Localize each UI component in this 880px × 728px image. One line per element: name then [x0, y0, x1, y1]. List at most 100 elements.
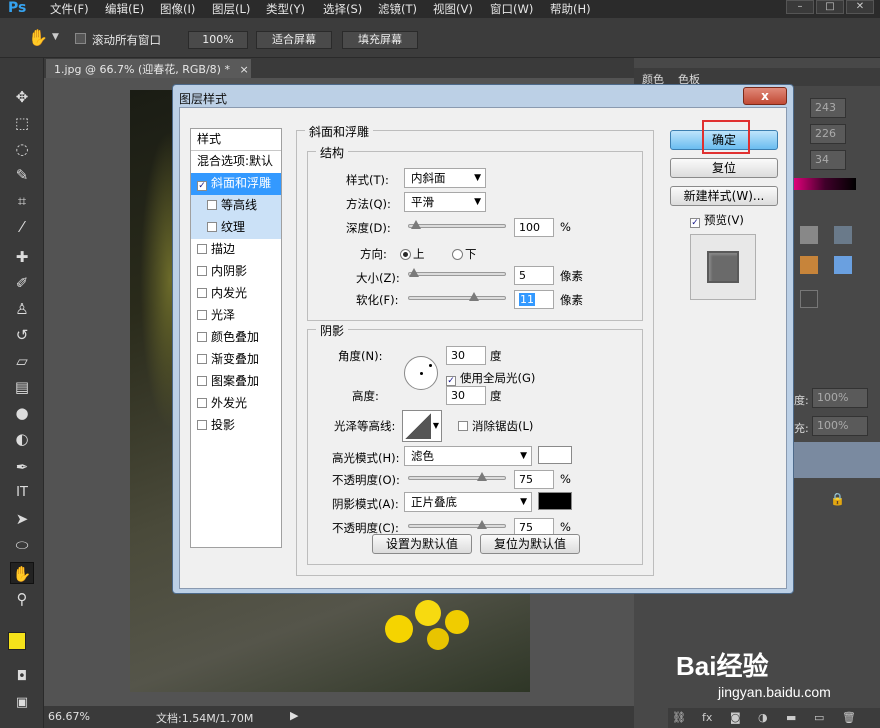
lasso-tool-icon[interactable]: ◌: [10, 138, 34, 160]
size-input[interactable]: 5: [514, 266, 554, 285]
technique-select[interactable]: 平滑 ▼: [404, 192, 486, 212]
pattern-overlay-checkbox[interactable]: [197, 376, 207, 386]
angle-input[interactable]: 30: [446, 346, 486, 365]
color-ramp[interactable]: [794, 178, 856, 190]
scroll-all-checkbox[interactable]: [75, 33, 86, 44]
radio-off-icon[interactable]: [452, 249, 463, 260]
eyedropper-icon[interactable]: ⁄: [10, 216, 34, 238]
zoom-100-button[interactable]: 100%: [188, 31, 248, 49]
style-item-outer-glow[interactable]: 外发光: [191, 393, 281, 415]
zoom-tool-icon[interactable]: ⚲: [10, 588, 34, 610]
eraser-icon[interactable]: ▱: [10, 350, 34, 372]
menu-image[interactable]: 图像(I): [160, 1, 195, 17]
altitude-input[interactable]: 30: [446, 386, 486, 405]
highlight-opacity-thumb[interactable]: [477, 472, 487, 481]
ellipse-tool-icon[interactable]: ⬭: [10, 534, 34, 556]
move-tool-icon[interactable]: ✥: [10, 86, 34, 108]
depth-slider[interactable]: [408, 220, 506, 229]
quick-select-icon[interactable]: ✎: [10, 164, 34, 186]
drop-shadow-checkbox[interactable]: [197, 420, 207, 430]
maximize-icon[interactable]: □: [816, 0, 844, 14]
document-tab[interactable]: 1.jpg @ 66.7% (迎春花, RGB/8) * ×: [46, 59, 251, 78]
soften-slider-thumb[interactable]: [469, 292, 479, 301]
direction-down-radio[interactable]: 下: [452, 246, 477, 262]
style-list-header[interactable]: 样式: [191, 129, 281, 151]
texture-checkbox[interactable]: [207, 222, 217, 232]
pen-tool-icon[interactable]: ✒: [10, 456, 34, 478]
crop-tool-icon[interactable]: ⌗: [10, 190, 34, 212]
gradient-tool-icon[interactable]: ▤: [10, 376, 34, 398]
preview-check-icon[interactable]: ✓: [690, 218, 700, 228]
style-item-stroke[interactable]: 描边: [191, 239, 281, 261]
soften-input[interactable]: 11: [514, 290, 554, 309]
zoom-level[interactable]: 66.67%: [48, 710, 90, 723]
size-slider[interactable]: [408, 268, 506, 277]
depth-input[interactable]: 100: [514, 218, 554, 237]
color-value-g[interactable]: 226: [810, 124, 846, 144]
style-item-drop-shadow[interactable]: 投影: [191, 415, 281, 437]
reset-button[interactable]: 复位: [670, 158, 778, 178]
blur-tool-icon[interactable]: ●: [10, 402, 34, 424]
mask-icon[interactable]: ◙: [730, 711, 741, 724]
menu-select[interactable]: 选择(S): [323, 1, 362, 17]
style-select[interactable]: 内斜面 ▼: [404, 168, 486, 188]
radio-on-icon[interactable]: [400, 249, 411, 260]
link-icon[interactable]: ⛓: [672, 711, 686, 724]
fill-field[interactable]: 100%: [812, 416, 868, 436]
menu-file[interactable]: 文件(F): [50, 1, 89, 17]
angle-dial[interactable]: [404, 356, 438, 390]
hand-tool-active-icon[interactable]: ✋: [10, 562, 34, 584]
menu-layer[interactable]: 图层(L): [212, 1, 250, 17]
menu-edit[interactable]: 编辑(E): [105, 1, 144, 17]
style-item-pattern-overlay[interactable]: 图案叠加: [191, 371, 281, 393]
quick-mask-icon[interactable]: ◘: [10, 666, 34, 688]
fx-icon[interactable]: fx: [702, 711, 712, 724]
hand-tool-icon[interactable]: ✋: [28, 28, 48, 47]
shadow-opacity-slider[interactable]: [408, 520, 506, 529]
chevron-down-icon[interactable]: ▼: [52, 32, 59, 42]
style-item-contour[interactable]: 等高线: [191, 195, 281, 217]
folder-icon[interactable]: ▬: [786, 711, 796, 724]
color-overlay-checkbox[interactable]: [197, 332, 207, 342]
dialog-close-button[interactable]: x: [743, 87, 787, 105]
selected-layer-row[interactable]: [794, 442, 880, 478]
brush-tool-icon[interactable]: ✐: [10, 272, 34, 294]
status-arrow-icon[interactable]: ▶: [290, 709, 298, 722]
anti-alias-checkbox[interactable]: 消除锯齿(L): [458, 418, 533, 434]
marquee-tool-icon[interactable]: ⬚: [10, 112, 34, 134]
style-item-gradient-overlay[interactable]: 渐变叠加: [191, 349, 281, 371]
style-item-bevel[interactable]: ✓ 斜面和浮雕: [191, 173, 281, 195]
inner-shadow-checkbox[interactable]: [197, 266, 207, 276]
bevel-checkbox[interactable]: ✓: [197, 181, 207, 191]
swatch-blue-gray[interactable]: [834, 226, 852, 244]
highlight-opacity-input[interactable]: 75: [514, 470, 554, 489]
path-select-icon[interactable]: ➤: [10, 508, 34, 530]
global-light-check-icon[interactable]: ✓: [446, 376, 456, 386]
shadow-color-swatch[interactable]: [538, 492, 572, 510]
swatch-orange[interactable]: [800, 256, 818, 274]
gloss-contour-picker[interactable]: ▼: [402, 410, 442, 442]
global-light-checkbox[interactable]: ✓ 使用全局光(G): [446, 370, 535, 386]
menu-help[interactable]: 帮助(H): [550, 1, 591, 17]
trash-icon[interactable]: 🗑: [842, 711, 856, 724]
type-tool-icon[interactable]: IT: [10, 482, 34, 504]
fill-screen-button[interactable]: 填充屏幕: [342, 31, 418, 49]
blend-options-item[interactable]: 混合选项:默认: [191, 151, 281, 173]
menu-type[interactable]: 类型(Y): [266, 1, 305, 17]
gradient-overlay-checkbox[interactable]: [197, 354, 207, 364]
fit-screen-button[interactable]: 适合屏幕: [256, 31, 332, 49]
menu-filter[interactable]: 滤镜(T): [378, 1, 417, 17]
direction-up-radio[interactable]: 上: [400, 246, 425, 262]
shadow-opacity-thumb[interactable]: [477, 520, 487, 529]
minimize-icon[interactable]: –: [786, 0, 814, 14]
color-value-r[interactable]: 243: [810, 98, 846, 118]
soften-slider[interactable]: [408, 292, 506, 301]
satin-checkbox[interactable]: [197, 310, 207, 320]
depth-slider-thumb[interactable]: [411, 220, 421, 229]
dodge-tool-icon[interactable]: ◐: [10, 428, 34, 450]
size-slider-thumb[interactable]: [409, 268, 419, 277]
style-item-inner-glow[interactable]: 内发光: [191, 283, 281, 305]
swatch-gray[interactable]: [800, 226, 818, 244]
highlight-opacity-slider[interactable]: [408, 472, 506, 481]
close-tab-icon[interactable]: ×: [239, 63, 248, 76]
